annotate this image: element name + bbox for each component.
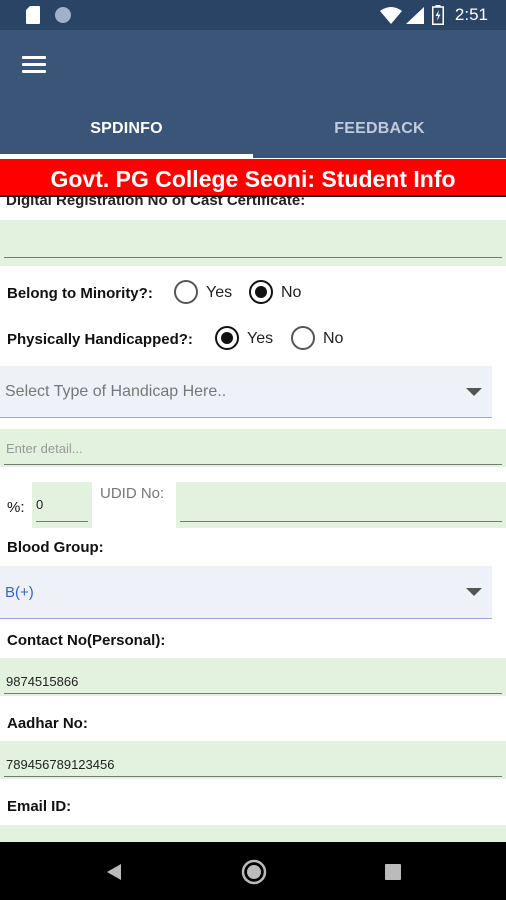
blood-group-value: B(+): [5, 584, 34, 601]
percent-input[interactable]: 0: [32, 482, 92, 528]
minority-no-label: No: [281, 284, 302, 301]
minority-label: Belong to Minority?:: [7, 285, 153, 302]
percent-value: 0: [36, 497, 44, 512]
battery-icon: [432, 5, 444, 25]
handicapped-label: Physically Handicapped?:: [7, 331, 193, 348]
handicapped-no-label: No: [323, 330, 344, 347]
detail-placeholder: Enter detail...: [6, 441, 83, 456]
contact-input[interactable]: 9874515866: [0, 658, 506, 696]
contact-label: Contact No(Personal):: [7, 632, 166, 649]
college-banner: Govt. PG College Seoni: Student Info: [0, 159, 506, 197]
wifi-icon: [380, 7, 402, 24]
recents-icon[interactable]: [385, 864, 401, 880]
aadhar-input[interactable]: 789456789123456: [0, 741, 506, 779]
chevron-down-icon: [466, 588, 482, 596]
udid-input[interactable]: [176, 482, 506, 528]
handicapped-yes-radio[interactable]: [215, 326, 239, 350]
form-content[interactable]: Govt. PG College Seoni: Student Info Dig…: [0, 158, 506, 842]
blood-group-label: Blood Group:: [7, 539, 104, 556]
minority-no-radio[interactable]: [249, 280, 273, 304]
handicapped-yes-label: Yes: [247, 330, 274, 347]
hamburger-menu-icon[interactable]: [22, 54, 48, 76]
handicapped-no-radio[interactable]: [291, 326, 315, 350]
contact-value: 9874515866: [6, 674, 79, 689]
handicap-type-placeholder: Select Type of Handicap Here..: [5, 383, 227, 400]
status-time: 2:51: [454, 5, 488, 24]
navigation-bar: [0, 842, 506, 900]
chevron-down-icon: [466, 387, 482, 396]
circle-notification-icon: [55, 7, 71, 23]
home-icon[interactable]: [241, 859, 267, 885]
minority-yes-label: Yes: [206, 284, 233, 301]
aadhar-value: 789456789123456: [6, 757, 115, 772]
udid-label: UDID No:: [100, 485, 165, 502]
tab-spdinfo[interactable]: SPDINFO: [0, 120, 253, 138]
detail-input[interactable]: Enter detail...: [0, 429, 506, 467]
signal-icon: [406, 7, 424, 24]
handicap-type-dropdown[interactable]: Select Type of Handicap Here..: [0, 366, 492, 418]
email-input[interactable]: [0, 825, 506, 842]
status-bar: 2:51: [0, 0, 506, 30]
minority-yes-radio[interactable]: [174, 280, 198, 304]
app-bar: SPDINFO FEEDBACK: [0, 30, 506, 158]
back-icon[interactable]: [104, 862, 124, 882]
aadhar-label: Aadhar No:: [7, 715, 88, 732]
tab-feedback[interactable]: FEEDBACK: [253, 120, 506, 138]
cast-certificate-input[interactable]: [0, 220, 506, 266]
sd-card-icon: [26, 6, 40, 24]
email-label: Email ID:: [7, 798, 72, 815]
percent-label: %:: [7, 499, 25, 516]
blood-group-dropdown[interactable]: B(+): [0, 566, 492, 619]
